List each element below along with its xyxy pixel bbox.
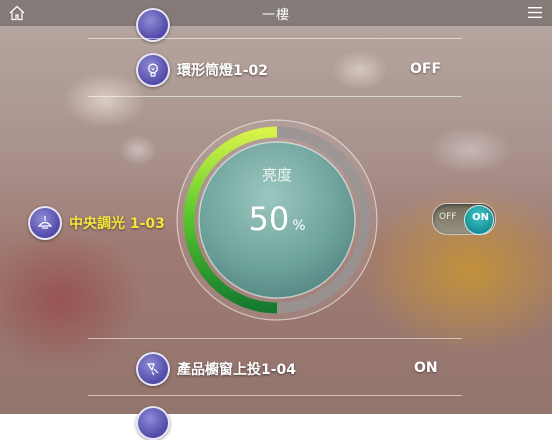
ceiling-lamp-icon[interactable] <box>28 206 62 240</box>
device-label: 中央調光 1-03 <box>69 216 165 232</box>
brightness-readout: 50% <box>175 200 379 238</box>
divider <box>88 395 462 396</box>
device-label: 產品櫥窗上投1-04 <box>177 362 297 378</box>
bulb-icon[interactable] <box>136 53 170 87</box>
brightness-value: 50 <box>248 200 290 238</box>
brightness-dial[interactable]: 亮度 50% <box>175 118 379 322</box>
divider <box>88 96 462 97</box>
toggle-on-label: ON <box>472 212 489 223</box>
device-row-1-04[interactable]: 產品櫥窗上投1-04 <box>136 352 296 386</box>
divider <box>88 38 462 39</box>
device-state[interactable]: OFF <box>410 61 441 77</box>
partial-device-icon[interactable] <box>136 406 170 440</box>
toggle-off-label: OFF <box>439 212 457 222</box>
partial-device-icon[interactable] <box>136 8 170 42</box>
divider <box>88 338 462 339</box>
device-state[interactable]: ON <box>414 360 438 376</box>
device-row-1-02[interactable]: 環形筒燈1-02 <box>136 53 268 87</box>
brightness-unit: % <box>292 218 306 234</box>
page-title: 一樓 <box>261 8 290 23</box>
top-bar: 一樓 <box>0 0 552 26</box>
power-toggle[interactable]: OFF ON <box>432 203 496 235</box>
brightness-label: 亮度 <box>261 166 292 184</box>
menu-icon[interactable] <box>528 6 542 19</box>
device-row-1-03[interactable]: 中央調光 1-03 <box>28 206 165 240</box>
spotlight-icon[interactable] <box>136 352 170 386</box>
device-label: 環形筒燈1-02 <box>177 63 269 79</box>
